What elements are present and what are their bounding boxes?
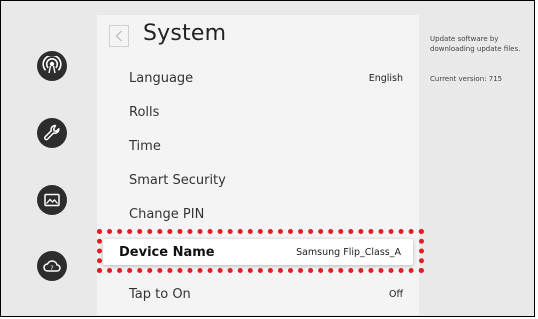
left-rail: ? (1, 1, 97, 316)
menu-item-rolls[interactable]: Rolls (97, 99, 419, 125)
info-panel: Update software by downloading update fi… (430, 34, 534, 84)
menu-item-value: Samsung Flip_Class_A (296, 246, 401, 258)
menu-item-label: Language (129, 70, 194, 86)
menu-item-label: Device Name (119, 244, 215, 260)
menu-item-label: Time (129, 138, 161, 154)
menu-item-label: Change PIN (129, 206, 205, 222)
broadcast-icon[interactable] (37, 51, 67, 81)
menu-item-device-name[interactable]: Device Name Samsung Flip_Class_A (103, 239, 413, 265)
menu-item-label: Smart Security (129, 172, 226, 188)
info-description: Update software by downloading update fi… (430, 35, 521, 53)
menu-item-time[interactable]: Time (97, 133, 419, 159)
svg-text:?: ? (50, 264, 53, 272)
menu-item-smart-security[interactable]: Smart Security (97, 167, 419, 193)
cloud-help-icon[interactable]: ? (37, 251, 67, 281)
menu-item-language[interactable]: Language English (97, 65, 419, 91)
menu-item-value: Off (388, 288, 403, 300)
back-button[interactable] (109, 25, 129, 47)
tv-settings-window: ? System Language English Rolls Time Sma… (0, 0, 535, 317)
settings-panel: System Language English Rolls Time Smart… (97, 15, 419, 315)
chevron-left-icon (115, 30, 122, 42)
menu-item-value: English (368, 72, 403, 84)
wrench-icon[interactable] (37, 118, 67, 148)
info-version: Current version: 715 (430, 75, 503, 83)
menu-item-label: Rolls (129, 104, 160, 120)
page-title: System (143, 21, 227, 46)
menu-item-tap-to-on[interactable]: Tap to On Off (97, 281, 419, 307)
menu-item-change-pin[interactable]: Change PIN (97, 201, 419, 227)
image-icon[interactable] (37, 185, 67, 215)
menu-item-label: Tap to On (129, 286, 191, 302)
